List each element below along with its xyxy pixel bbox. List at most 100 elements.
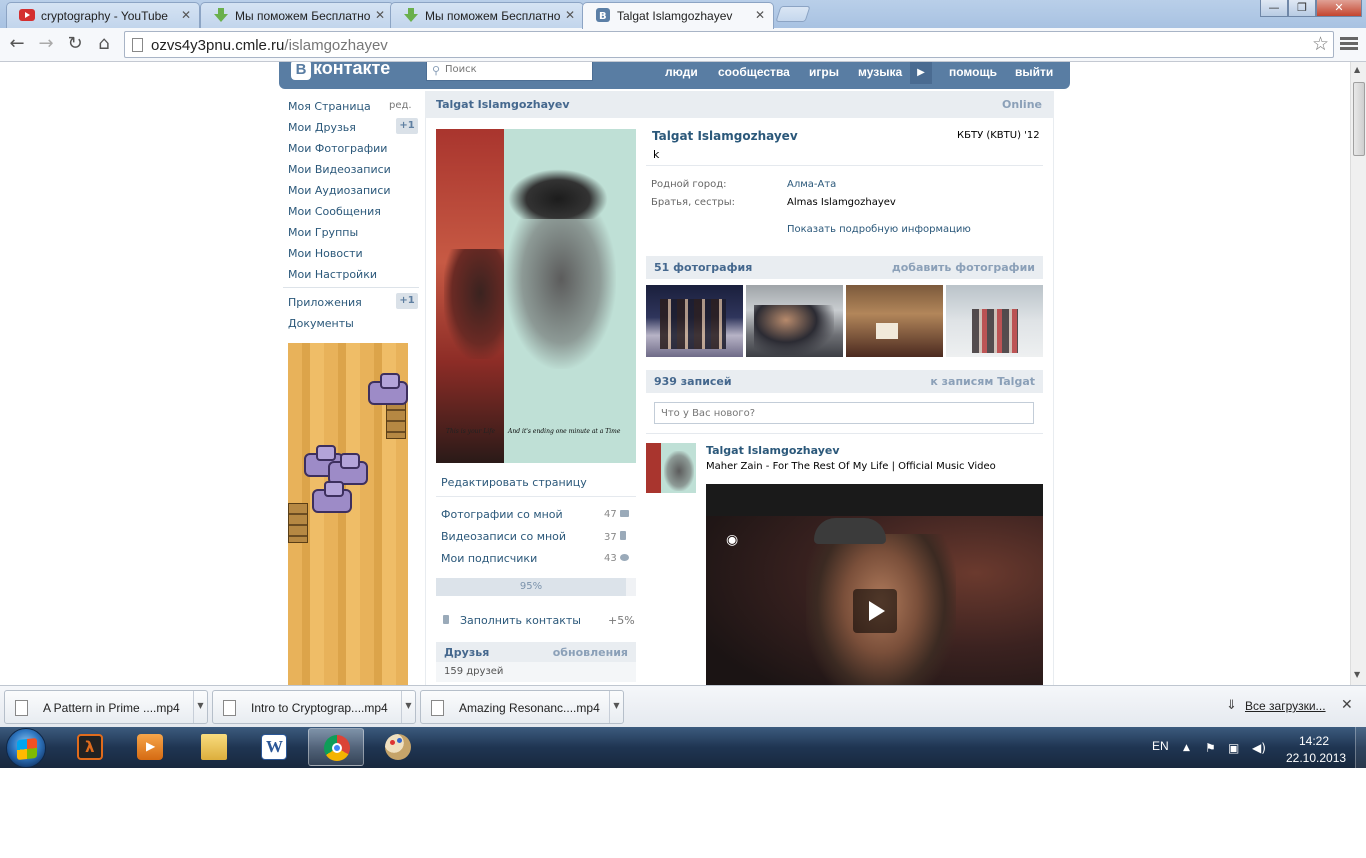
vk-logo[interactable]: Bконтакте <box>291 62 390 84</box>
paint-icon[interactable] <box>370 728 426 766</box>
menu-edit-link[interactable]: ред. <box>389 100 412 111</box>
edit-page-link[interactable]: Редактировать страницу <box>441 476 587 489</box>
chevron-up-icon[interactable]: ▲ <box>1183 743 1190 753</box>
menu-my-videos[interactable]: Мои Видеозаписи <box>288 163 391 176</box>
play-arrow-icon[interactable]: ▶ <box>910 62 932 84</box>
search-input[interactable] <box>445 64 585 75</box>
menu-my-photos[interactable]: Мои Фотографии <box>288 142 387 155</box>
start-button[interactable] <box>6 728 46 768</box>
menu-apps[interactable]: Приложения <box>288 296 362 309</box>
forward-arrow-icon[interactable]: → <box>36 35 56 55</box>
chevron-down-icon[interactable]: ▼ <box>609 691 623 723</box>
tab-download-1[interactable]: Мы поможем Бесплатно ✕ <box>200 2 394 28</box>
tab-download-2[interactable]: Мы поможем Бесплатно ✕ <box>390 2 584 28</box>
action-center-icon[interactable]: ⚑ <box>1205 741 1216 755</box>
menu-icon[interactable] <box>1340 35 1358 53</box>
status-text[interactable]: k <box>653 148 659 161</box>
nav-music[interactable]: музыка <box>858 65 902 79</box>
vk-search[interactable]: ⚲ <box>426 62 593 81</box>
download-item[interactable]: Amazing Resonanc....mp4 ▼ <box>420 690 624 724</box>
wall-header[interactable]: 939 записей к записям Talgat <box>646 370 1043 393</box>
close-tab-icon[interactable]: ✕ <box>565 8 575 22</box>
wall-post-input[interactable] <box>654 402 1034 424</box>
vk-header: Bконтакте ⚲ люди сообщества игры музыка … <box>279 62 1070 89</box>
profile-avatar[interactable]: This is your Life And it's ending one mi… <box>436 129 636 463</box>
to-talgat-posts-link[interactable]: к записям Talgat <box>930 375 1035 388</box>
play-button[interactable] <box>853 589 897 633</box>
menu-my-news[interactable]: Мои Новости <box>288 247 363 260</box>
close-icon[interactable]: ✕ <box>1341 697 1353 713</box>
video-player[interactable]: ◉ <box>706 484 1043 685</box>
show-desktop-button[interactable] <box>1355 727 1366 768</box>
close-tab-icon[interactable]: ✕ <box>375 8 385 22</box>
photo-thumbnail[interactable] <box>646 285 743 357</box>
menu-documents[interactable]: Документы <box>288 317 354 330</box>
photo-thumbnail[interactable] <box>946 285 1043 357</box>
tab-vk-active[interactable]: B Talgat Islamgozhayev ✕ <box>582 2 774 29</box>
nav-people[interactable]: люди <box>665 65 698 79</box>
chevron-down-icon[interactable]: ▼ <box>401 691 415 723</box>
menu-my-audio[interactable]: Мои Аудиозаписи <box>288 184 391 197</box>
scrollbar-thumb[interactable] <box>1353 82 1365 156</box>
close-tab-icon[interactable]: ✕ <box>755 8 765 22</box>
photo-thumbnail[interactable] <box>746 285 843 357</box>
friends-header[interactable]: Друзья обновления <box>436 642 636 662</box>
friends-count-row: 159 друзей <box>436 662 636 682</box>
post-author[interactable]: Talgat Islamgozhayev <box>706 444 840 457</box>
volume-icon[interactable]: ◀) <box>1252 741 1266 755</box>
address-bar[interactable]: ozvs4y3pnu.cmle.ru/islamgozhayev ☆ <box>124 31 1334 58</box>
network-icon[interactable]: ▣ <box>1228 741 1239 755</box>
siblings-value[interactable]: Almas Islamgozhayev <box>787 197 896 208</box>
add-photos-link[interactable]: добавить фотографии <box>892 261 1035 274</box>
videos-with-me-link[interactable]: Видеозаписи со мной <box>441 530 566 543</box>
language-indicator[interactable]: EN <box>1152 739 1169 753</box>
nav-games[interactable]: игры <box>809 65 839 79</box>
word-icon[interactable]: W <box>246 728 302 766</box>
photos-title[interactable]: 51 фотография <box>654 261 752 274</box>
download-item[interactable]: A Pattern in Prime ....mp4 ▼ <box>4 690 208 724</box>
menu-my-page[interactable]: Моя Страница <box>288 100 371 113</box>
friends-updates-link[interactable]: обновления <box>553 646 628 659</box>
university-label[interactable]: КБТУ (KBTU) '12 <box>957 130 1040 141</box>
nav-help[interactable]: помощь <box>949 65 997 79</box>
photo-thumbnail[interactable] <box>846 285 943 357</box>
show-details-link[interactable]: Показать подробную информацию <box>787 224 971 235</box>
back-arrow-icon[interactable]: ← <box>7 35 27 55</box>
close-tab-icon[interactable]: ✕ <box>181 8 191 22</box>
clock-time[interactable]: 14:22 <box>1299 734 1329 748</box>
close-window-button[interactable]: ✕ <box>1316 0 1362 17</box>
menu-my-friends[interactable]: Мои Друзья <box>288 121 356 134</box>
subscribers-link[interactable]: Мои подписчики <box>441 552 537 565</box>
post-author-avatar[interactable] <box>646 443 696 493</box>
tab-youtube[interactable]: cryptography - YouTube ✕ <box>6 2 200 28</box>
fill-contacts-link[interactable]: Заполнить контакты <box>460 614 581 627</box>
download-item[interactable]: Intro to Cryptograp....mp4 ▼ <box>212 690 416 724</box>
new-tab-button[interactable] <box>775 6 811 22</box>
photos-with-me-link[interactable]: Фотографии со мной <box>441 508 563 521</box>
home-icon[interactable]: ⌂ <box>94 35 114 55</box>
maximize-button[interactable]: ❐ <box>1288 0 1316 17</box>
chevron-down-icon[interactable]: ▼ <box>193 691 207 723</box>
clock-date[interactable]: 22.10.2013 <box>1286 751 1346 765</box>
photos-header[interactable]: 51 фотография добавить фотографии <box>646 256 1043 279</box>
bookmark-star-icon[interactable]: ☆ <box>1312 33 1329 55</box>
half-life-icon[interactable]: λ <box>62 728 118 766</box>
wall-title[interactable]: 939 записей <box>654 375 732 388</box>
nav-communities[interactable]: сообщества <box>718 65 790 79</box>
media-player-icon[interactable]: ▶ <box>122 728 178 766</box>
menu-my-groups[interactable]: Мои Группы <box>288 226 358 239</box>
tab-title: Мы поможем Бесплатно <box>425 9 561 23</box>
scroll-up-icon[interactable]: ▲ <box>1354 65 1360 74</box>
menu-my-settings[interactable]: Мои Настройки <box>288 268 377 281</box>
file-explorer-icon[interactable] <box>186 728 242 766</box>
hometown-value[interactable]: Алма-Ата <box>787 179 836 190</box>
nav-logout[interactable]: выйти <box>1015 65 1053 79</box>
menu-my-messages[interactable]: Мои Сообщения <box>288 205 381 218</box>
chrome-icon[interactable] <box>308 728 364 766</box>
minimize-button[interactable]: — <box>1260 0 1288 17</box>
scroll-down-icon[interactable]: ▼ <box>1354 670 1360 679</box>
show-all-downloads-link[interactable]: Все загрузки... <box>1245 699 1326 713</box>
reload-icon[interactable]: ↻ <box>65 35 85 55</box>
game-ad-banner[interactable] <box>288 343 408 685</box>
page-scrollbar[interactable]: ▲ ▼ <box>1350 62 1366 685</box>
